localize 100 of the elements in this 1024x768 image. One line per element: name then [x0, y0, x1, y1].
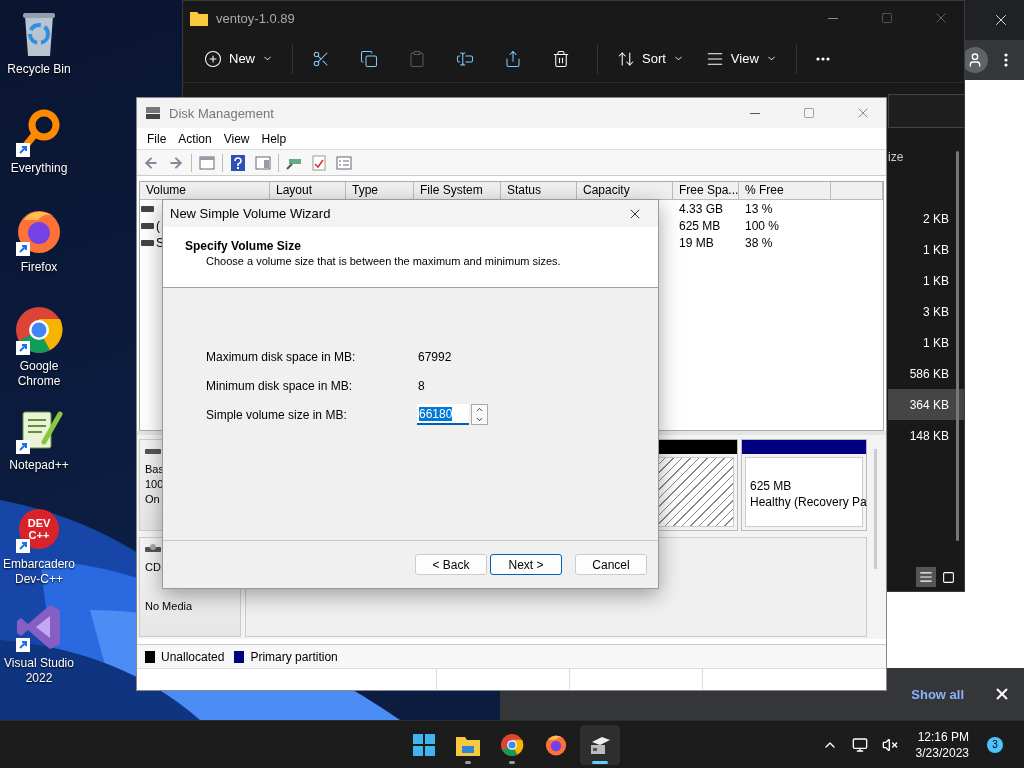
window-pane-icon: [199, 155, 215, 170]
show-all-link[interactable]: Show all: [911, 686, 964, 702]
field-value: 8: [417, 378, 425, 393]
desktop-icon-label[interactable]: Google Chrome: [1, 359, 77, 389]
shortcut-arrow-icon: [16, 539, 30, 553]
table-cell-text: 13 %: [744, 201, 774, 216]
file-row[interactable]: 3 KB: [888, 296, 964, 327]
new-button[interactable]: New: [195, 41, 282, 76]
list-icon: [919, 570, 933, 584]
window-title: Disk Management: [169, 105, 275, 121]
dialog-title: New Simple Volume Wizard: [170, 206, 332, 221]
partition-block[interactable]: 625 MB Healthy (Recovery Pa: [741, 439, 867, 531]
help-button[interactable]: [228, 152, 248, 173]
menu-item[interactable]: Action: [172, 129, 218, 148]
disk-label-text: CD: [145, 560, 161, 575]
file-row[interactable]: 2 KB: [888, 203, 964, 234]
clock[interactable]: 12:16 PM 3/23/2023: [915, 728, 969, 761]
square-icon: [941, 570, 955, 584]
next-button[interactable]: Next >: [490, 554, 562, 575]
column-header[interactable]: Free Spa...: [673, 182, 739, 200]
table-cell-text: 100 %: [744, 218, 781, 233]
person-icon: [967, 52, 983, 68]
kebab-menu-icon: [1004, 53, 1008, 67]
drive-icon: [141, 205, 154, 212]
column-header[interactable]: ize: [888, 144, 964, 170]
field-value: 67992: [417, 349, 452, 364]
file-row[interactable]: 1 KB: [888, 234, 964, 265]
shortcut-arrow-icon: [16, 341, 30, 355]
speaker-muted-icon: [881, 736, 898, 753]
minimize-icon: [750, 112, 760, 114]
chrome-icon: [500, 732, 524, 757]
field-label: Simple volume size in MB:: [206, 407, 348, 422]
maximize-icon: [803, 107, 815, 119]
more-icon: [815, 56, 830, 61]
details-view-button[interactable]: [916, 567, 936, 587]
notification-badge[interactable]: 3: [987, 736, 1003, 753]
window-title: ventoy-1.0.89: [216, 10, 296, 26]
table-cell: (: [156, 218, 160, 233]
file-row[interactable]: 364 KB: [888, 389, 964, 420]
table-cell-text: 4.33 GB: [678, 201, 725, 216]
shortcut-arrow-icon: [16, 143, 30, 157]
field-label: Maximum disk space in MB:: [206, 349, 357, 364]
size-input-field[interactable]: 66180: [417, 404, 469, 425]
help-icon: [231, 154, 245, 171]
minimize-icon: [828, 17, 838, 19]
menu-item[interactable]: File: [141, 129, 173, 148]
sort-button[interactable]: Sort: [608, 41, 693, 76]
file-row[interactable]: 1 KB: [888, 327, 964, 358]
chrome-icon: [14, 305, 64, 355]
table-cell-text: 38 %: [744, 235, 774, 250]
properties-button[interactable]: [309, 152, 329, 173]
media-status-text: No Media: [145, 599, 193, 614]
paste-icon: [408, 49, 426, 68]
file-row[interactable]: 148 KB: [888, 420, 964, 451]
desktop-icon-label[interactable]: Visual Studio 2022: [1, 656, 77, 686]
desktop-icon-label[interactable]: Embarcadero Dev-C++: [1, 557, 77, 587]
rename-icon: [456, 49, 474, 68]
list-icon: [336, 155, 352, 170]
view-button[interactable]: View: [696, 41, 786, 76]
search-field[interactable]: [888, 94, 964, 128]
taskbar-app-button[interactable]: [580, 724, 620, 765]
maximize-icon: [881, 12, 893, 24]
spinner-control[interactable]: [471, 404, 488, 425]
firefox-icon: [544, 732, 568, 757]
desktop-icon-label[interactable]: Everything: [1, 161, 77, 176]
desktop-icon-label[interactable]: Notepad++: [1, 458, 77, 473]
file-row[interactable]: 1 KB: [888, 265, 964, 296]
cd-drive-icon: [145, 544, 161, 554]
checked-document-icon: [312, 154, 326, 171]
legend-label: Unallocated: [161, 649, 225, 664]
menu-item[interactable]: Help: [255, 129, 293, 148]
back-button[interactable]: < Back: [415, 554, 487, 575]
forward-arrow-icon: [168, 154, 184, 171]
legend-label: Primary partition: [250, 649, 338, 664]
shortcut-arrow-icon: [16, 638, 30, 652]
share-icon: [504, 49, 522, 68]
field-label: Minimum disk space in MB:: [206, 378, 354, 393]
table-cell-text: 625 MB: [678, 218, 722, 233]
delete-icon: [552, 49, 570, 68]
disk-label-text: On: [145, 492, 160, 507]
shortcut-arrow-icon: [16, 242, 30, 256]
drive-icon: [141, 222, 154, 229]
wizard-description: Choose a volume size that is between the maximum and minimum sizes.: [205, 255, 562, 267]
folder-icon: [190, 10, 208, 26]
table-cell-text: 19 MB: [678, 235, 715, 250]
desktop-icon-label[interactable]: Recycle Bin: [1, 62, 77, 77]
desktop-icon-label[interactable]: Firefox: [1, 260, 77, 275]
column-header[interactable]: % Free: [739, 182, 831, 200]
new-icon: [204, 49, 222, 68]
file-row[interactable]: 586 KB: [888, 358, 964, 389]
menu-item[interactable]: View: [217, 129, 256, 148]
copy-icon: [360, 49, 378, 68]
drive-icon: [141, 239, 154, 246]
cancel-button[interactable]: Cancel: [575, 554, 647, 575]
sort-icon: [617, 49, 635, 68]
windows-logo-icon: [413, 733, 435, 756]
shortcut-arrow-icon: [16, 440, 30, 454]
cut-icon: [312, 49, 330, 68]
disk-drive-icon: [145, 106, 161, 120]
monitor-icon: [851, 736, 868, 753]
